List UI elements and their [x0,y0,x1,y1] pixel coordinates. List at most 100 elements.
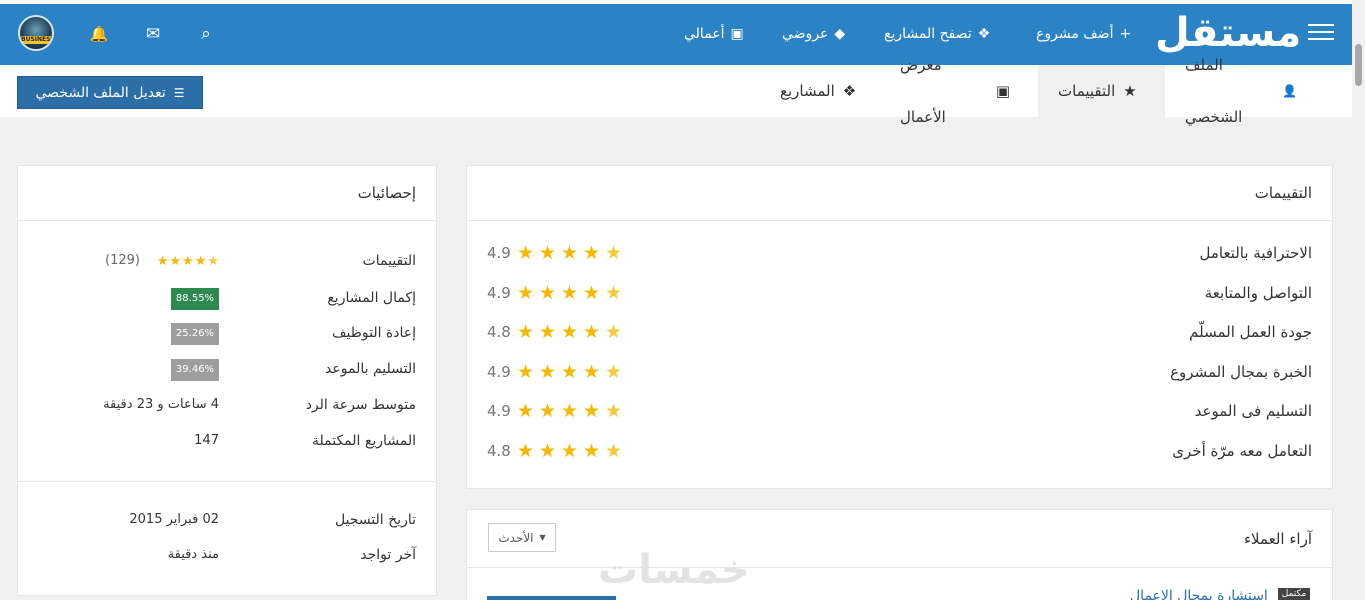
star-icon: ★ [169,254,182,269]
star-icon: ★ [539,440,557,462]
stat-completed-row: المشاريع المكتملة 147 [18,426,436,456]
nav-my-bids[interactable]: عروضي ◆ [782,22,845,46]
star-icon: ★ [539,400,557,423]
rating-value: 4.8 [487,442,511,460]
star-icon: ★ [194,254,207,269]
star-icon: ★ [583,440,601,462]
rating-stars: ★ ★ ★ ★ ★ [517,242,624,264]
rating-stars: ★ ★ ★ ★ ★ [517,360,624,383]
stat-last-seen-row: آخر تواجد منذ دقيقة [18,540,436,570]
nav-add-project[interactable]: أضف مشروع + [1036,22,1131,46]
stat-response-value: 4 ساعات و 23 دقيقة [103,397,219,412]
cubes-icon: ❖ [842,82,857,100]
reviews-panel-title: آراء العملاء [467,510,1332,568]
scrollbar-thumb[interactable] [1355,44,1362,86]
rating-label: التسليم فى الموعد [1194,402,1312,421]
star-icon: ★ [517,440,535,462]
nav-my-works[interactable]: أعمالي ▣ [684,22,744,46]
star-icon: ★ [561,440,579,462]
rating-row: التعامل معه مرّة أخرى ★ ★ ★ ★ ★ 4.8 [467,436,1332,466]
bell-icon[interactable]: 🔔 [89,24,109,44]
stat-ratings-label: التقييمات [362,253,416,269]
rating-stars: ★ ★ ★ ★ ★ [517,400,624,423]
user-icon: 👤 [1282,84,1297,98]
star-icon: ★ [539,242,557,264]
stat-ratings-count: (129) [105,253,140,268]
rating-stars: ★ ★ ★ ★ ★ [517,281,624,304]
sort-dropdown[interactable]: الأحدث ▼ [488,523,556,552]
star-icon: ★ [583,360,601,383]
nav-my-bids-label: عروضي [782,26,829,42]
stat-completion-badge: 88.55% [171,288,219,310]
search-icon[interactable]: ⌕ [196,24,216,44]
stat-completion-label: إكمال المشاريع [327,290,416,306]
star-half-icon: ★ [605,400,623,423]
briefcase-icon: ▣ [730,26,744,42]
stat-last-seen-label: آخر تواجد [360,547,416,563]
tag-icon: ◆ [834,26,846,42]
star-half-icon: ★ [605,360,623,383]
star-icon: ★ [561,242,579,264]
star-icon: ★ [561,321,579,344]
review-action-button[interactable] [487,596,616,600]
stat-completed-value: 147 [194,433,219,448]
stats-divider [18,481,436,482]
tab-ratings-label: التقييمات [1058,82,1116,100]
nav-add-project-label: أضف مشروع [1036,26,1114,42]
star-icon: ★ [156,254,169,269]
star-icon: ★ [583,400,601,423]
star-half-icon: ★ [605,440,623,462]
review-project-link[interactable]: استشارة بمجال الاعمال [1130,588,1268,600]
tab-portfolio-label: معرض الأعمال [900,56,946,126]
stat-completed-label: المشاريع المكتملة [311,433,416,449]
edit-profile-button[interactable]: تعديل الملف الشخصي ☰ [17,76,203,109]
star-icon: ★ [517,360,535,383]
rating-row: جودة العمل المسلّم ★ ★ ★ ★ ★ 4.8 [467,317,1332,347]
rating-value: 4.9 [487,362,511,381]
rating-value: 4.9 [487,283,511,302]
watermark: خمسات [598,547,750,593]
stats-panel-title: إحصائيات [18,166,436,221]
tab-ratings[interactable]: التقييمات ★ [1038,65,1165,117]
rating-label: التعامل معه مرّة أخرى [1172,442,1312,460]
star-icon: ★ [561,281,579,304]
nav-my-works-label: أعمالي [684,26,725,42]
star-half-icon: ★ [207,254,219,269]
review-status-tag: مكتمل [1278,588,1310,600]
rating-row: التسليم فى الموعد ★ ★ ★ ★ ★ 4.9 [467,396,1332,426]
star-half-icon: ★ [605,242,623,264]
briefcase-icon: ▣ [995,82,1010,100]
star-icon: ★ [517,321,535,344]
plus-icon: + [1119,26,1132,42]
ratings-panel-title: التقييمات [467,166,1332,221]
sliders-icon: ☰ [173,85,185,100]
page-scrollbar[interactable] [1352,0,1365,600]
tab-projects[interactable]: المشاريع ❖ [760,65,880,117]
mail-icon[interactable]: ✉ [143,24,163,44]
star-icon: ★ [583,242,601,264]
stat-ontime-label: التسليم بالموعد [325,361,416,377]
star-icon: ★ [539,360,557,383]
hamburger-menu-icon[interactable] [1308,24,1334,44]
tab-profile[interactable]: الملف الشخصي 👤 [1165,56,1317,126]
user-avatar[interactable]: BUSINESS [18,15,54,51]
stat-response-label: متوسط سرعة الرد [305,397,416,413]
rating-value: 4.9 [487,244,511,262]
rating-row: التواصل والمتابعة ★ ★ ★ ★ ★ 4.9 [467,278,1332,308]
caret-down-icon: ▼ [539,533,546,542]
rating-label: جودة العمل المسلّم [1189,323,1312,342]
rating-label: التواصل والمتابعة [1204,283,1312,302]
stat-ontime-row: التسليم بالموعد 39.46% [18,354,436,384]
star-icon: ★ [539,321,557,344]
top-navbar: مستقل أضف مشروع + تصفح المشاريع ❖ عروضي … [0,0,1352,65]
ratings-panel: التقييمات الاحترافية بالتعامل ★ ★ ★ ★ ★ 4.9 الت… [466,165,1333,489]
top-strip [0,0,1352,4]
stat-completion-row: إكمال المشاريع 88.55% [18,283,436,313]
stat-rehire-badge: 25.26% [171,323,219,345]
edit-profile-label: تعديل الملف الشخصي [35,84,166,101]
stat-ontime-badge: 39.46% [171,359,219,381]
stat-ratings-row: التقييمات ★ ★ ★ ★ ★ (129) [18,246,436,276]
star-icon: ★ [517,242,535,264]
rating-label: الخبرة بمجال المشروع [1170,362,1312,381]
tab-portfolio[interactable]: معرض الأعمال ▣ [880,56,1030,126]
